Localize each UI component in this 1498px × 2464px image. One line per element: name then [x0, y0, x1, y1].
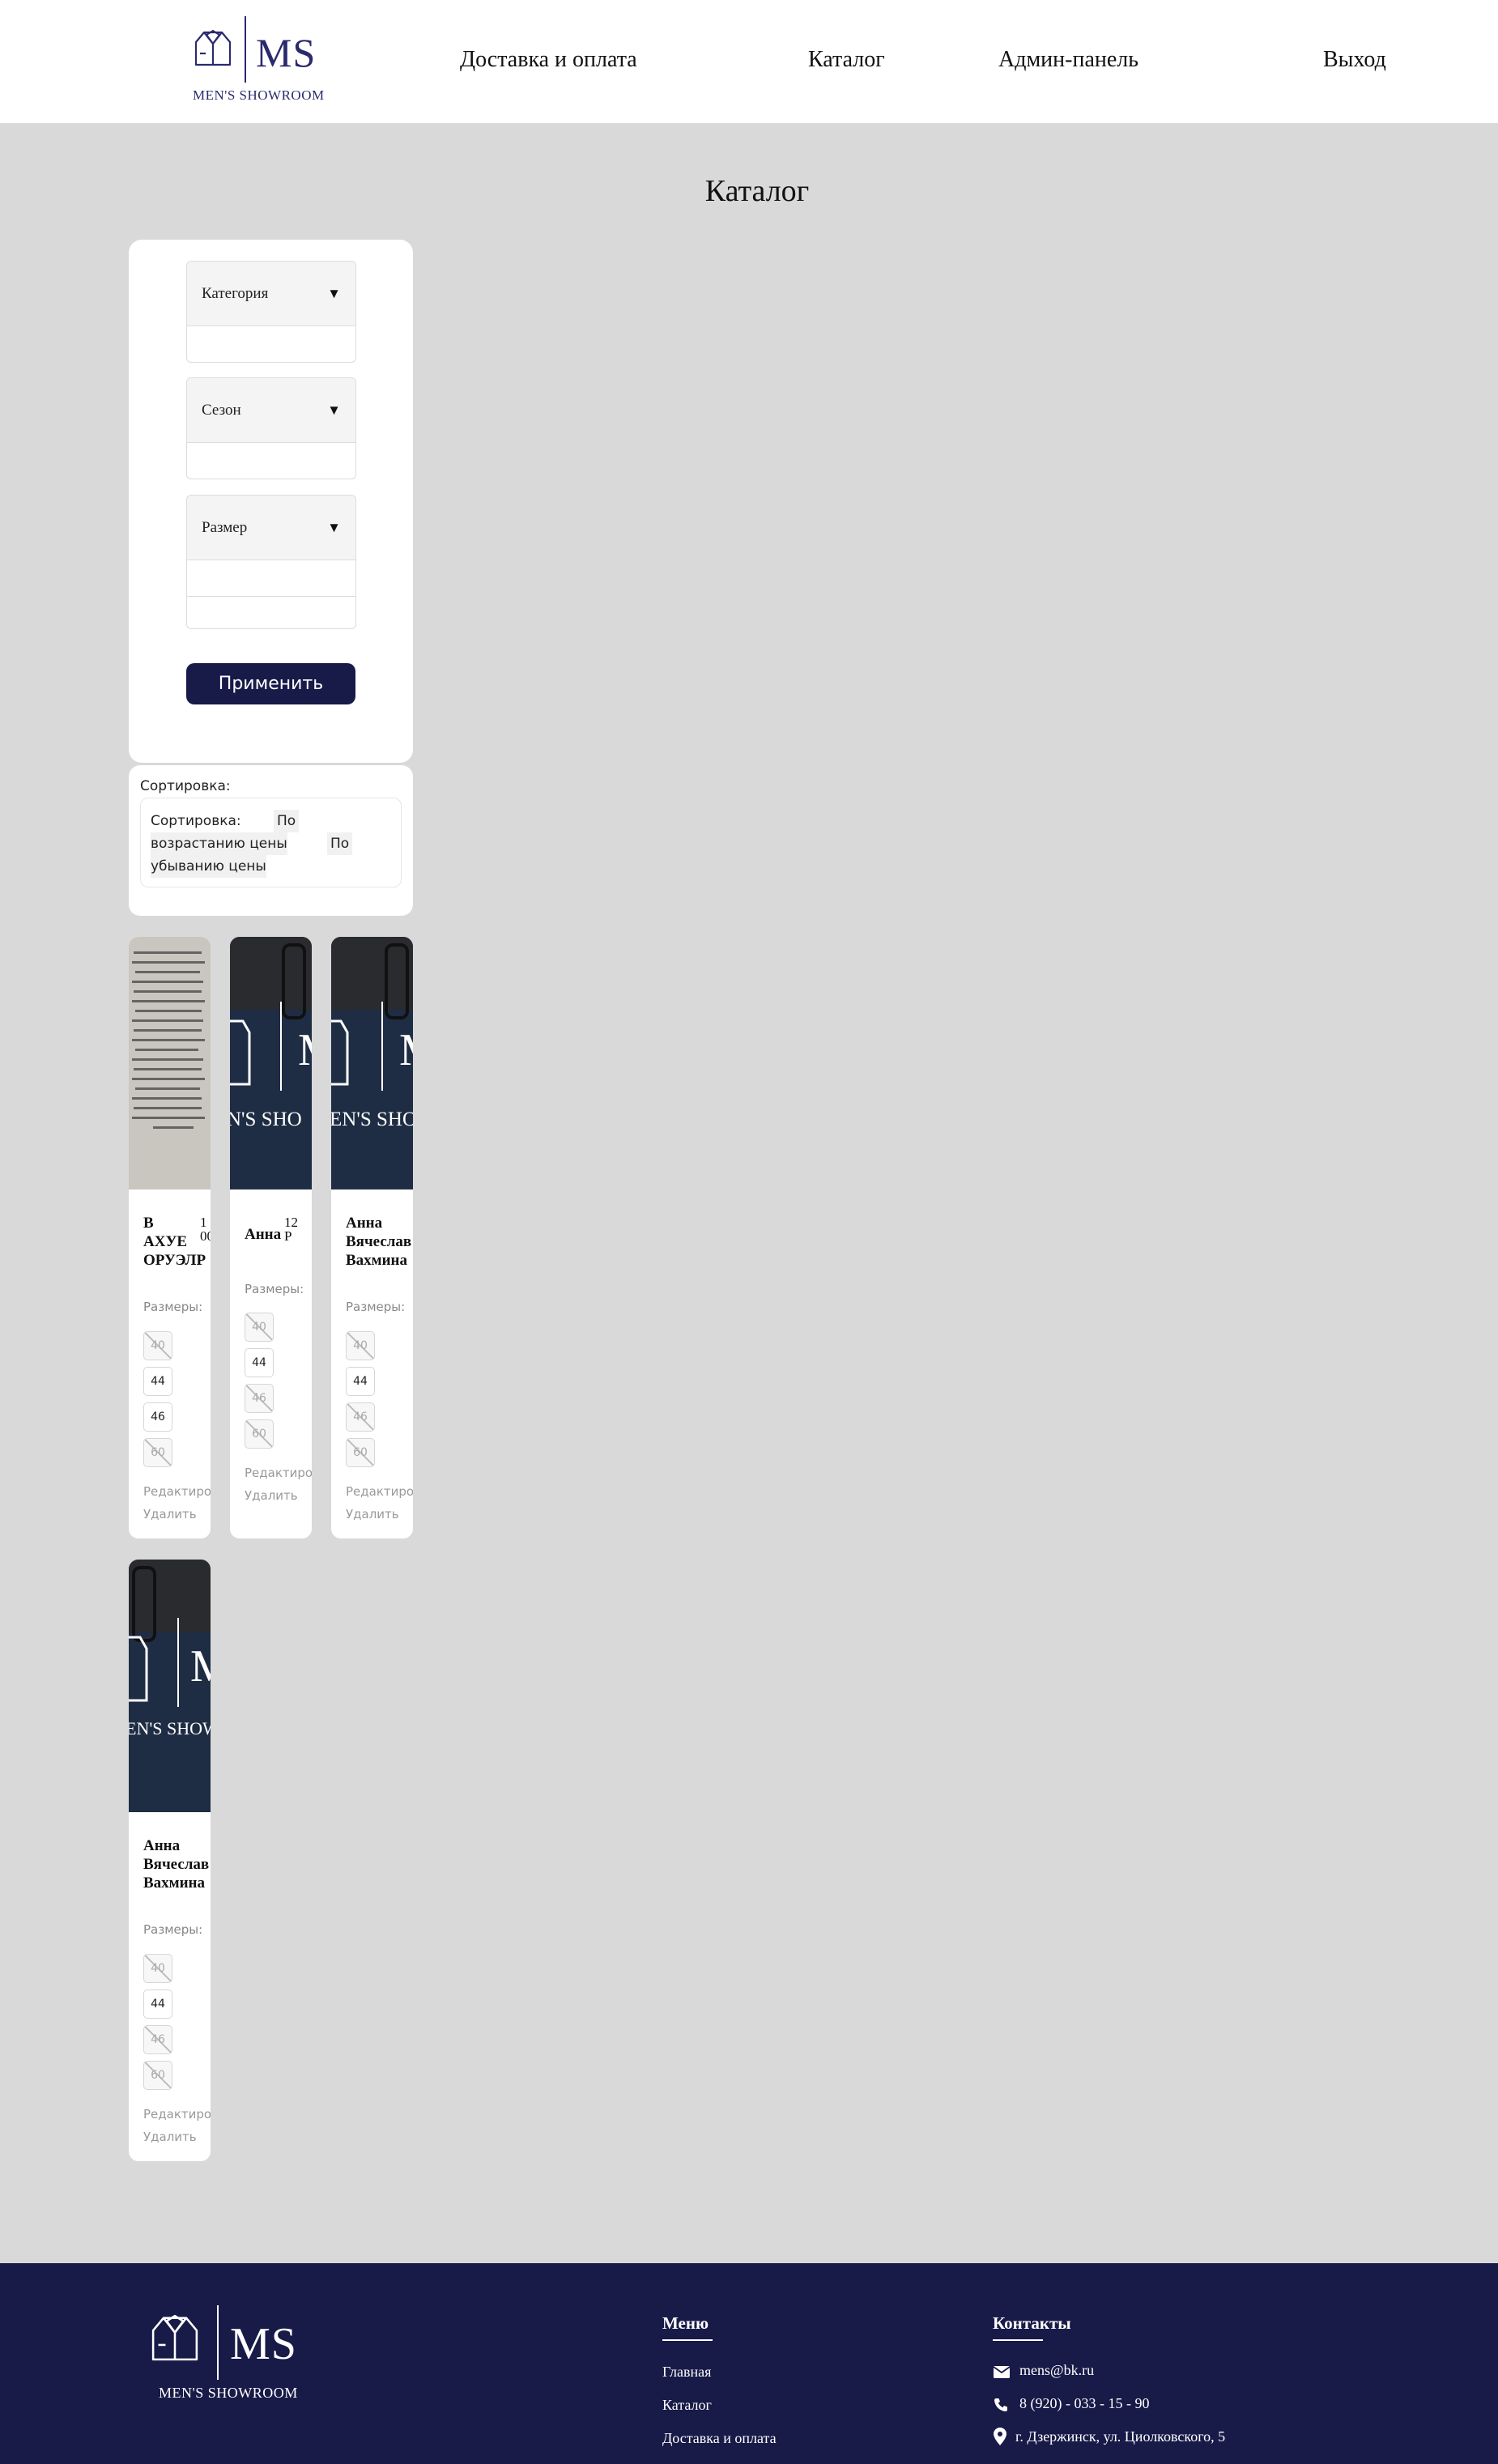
edit-link[interactable]: Редактиро — [346, 1484, 413, 1499]
delete-link[interactable]: Удалить — [143, 1507, 197, 1521]
footer-menu-title: Меню — [662, 2313, 713, 2341]
season-select[interactable]: Сезон ▼ — [187, 378, 355, 443]
size-chip[interactable]: 40 — [143, 1954, 172, 1983]
product-price: 1 00 — [200, 1215, 211, 1244]
contact-email[interactable]: mens@bk.ru — [1019, 2362, 1094, 2379]
product-name: Анна — [245, 1226, 282, 1243]
logo-subtitle: MEN'S SHOWROOM — [193, 87, 325, 103]
category-filter[interactable]: Категория ▼ — [186, 261, 356, 363]
size-chip[interactable]: 40 — [346, 1331, 375, 1360]
header-logo[interactable]: MS MEN'S SHOWROOM — [191, 15, 329, 104]
product-price: 12 Р — [284, 1215, 298, 1244]
nav-logout[interactable]: Выход — [1323, 47, 1386, 73]
phone-icon — [994, 2398, 1007, 2411]
product-name: Анна Вячеслав Вахмина — [143, 1837, 210, 1892]
season-options[interactable] — [187, 443, 355, 479]
category-options[interactable] — [187, 326, 355, 362]
product-image — [129, 937, 211, 1189]
product-card[interactable]: M EN'S SHO Анна Вячеслав Вахмина Размеры… — [331, 937, 413, 1538]
sort-desc-option-cont[interactable]: убыванию цены — [151, 855, 266, 878]
sizes-label: Размеры: — [143, 1922, 203, 1937]
logo-mark: MS — [230, 2319, 297, 2369]
sort-title: Сортировка: — [140, 778, 231, 794]
chevron-down-icon: ▼ — [327, 519, 341, 535]
site-header: MS MEN'S SHOWROOM Доставка и оплата Ката… — [0, 0, 1498, 123]
delete-link[interactable]: Удалить — [143, 2130, 197, 2144]
image-brand-text: EN'S SHO — [331, 1109, 413, 1130]
contact-phone[interactable]: 8 (920) - 033 - 15 - 90 — [1019, 2395, 1149, 2412]
product-name: В АХУЕ ОРУЭЛР — [143, 1215, 206, 1269]
size-chip[interactable]: 60 — [143, 2061, 172, 2090]
image-brand-text: N'S SHO — [230, 1109, 302, 1130]
size-chip[interactable]: 46 — [143, 1402, 172, 1432]
sort-desc-option[interactable]: По — [327, 832, 353, 855]
sizes-label: Размеры: — [143, 1300, 203, 1314]
product-card[interactable]: В АХУЕ ОРУЭЛР 1 00 Размеры: 40 44 46 60 … — [129, 937, 211, 1538]
envelope-icon — [994, 2366, 1010, 2378]
suit-icon — [194, 29, 232, 66]
contact-address: г. Дзержинск, ул. Циолковского, 5 — [1015, 2428, 1226, 2445]
size-chip[interactable]: 44 — [143, 1367, 172, 1396]
chevron-down-icon: ▼ — [327, 402, 341, 418]
chevron-down-icon: ▼ — [327, 285, 341, 301]
location-pin-icon — [994, 2428, 1006, 2445]
size-chip[interactable]: 46 — [143, 2025, 172, 2054]
size-chip[interactable]: 44 — [143, 1989, 172, 2019]
nav-catalog[interactable]: Каталог — [808, 47, 885, 73]
sort-panel: Сортировка: Сортировка: По возрастанию ц… — [129, 765, 413, 916]
image-brand-text: EN'S SHOW — [129, 1718, 211, 1738]
site-footer: MS MEN'S SHOWROOM Меню Главная Каталог Д… — [0, 2263, 1498, 2464]
category-select[interactable]: Категория ▼ — [187, 262, 355, 326]
size-chip[interactable]: 44 — [346, 1367, 375, 1396]
size-chip[interactable]: 46 — [346, 1402, 375, 1432]
size-options[interactable] — [187, 560, 355, 628]
nav-admin-panel[interactable]: Админ-панель — [998, 47, 1138, 73]
size-chip[interactable]: 44 — [245, 1348, 274, 1377]
product-card[interactable]: M N'S SHO Анна 12 Р Размеры: 40 44 46 60… — [230, 937, 312, 1538]
size-select[interactable]: Размер ▼ — [187, 496, 355, 560]
footer-logo[interactable]: MS MEN'S SHOWROOM — [149, 2263, 319, 2409]
delete-link[interactable]: Удалить — [245, 1488, 298, 1503]
category-label: Категория — [202, 284, 269, 302]
logo-divider — [217, 2305, 219, 2380]
apply-button[interactable]: Применить — [186, 663, 355, 704]
page-title: Каталог — [704, 174, 810, 208]
size-chip[interactable]: 46 — [245, 1384, 274, 1413]
logo-mark: MS — [256, 30, 317, 75]
delete-link[interactable]: Удалить — [346, 1507, 399, 1521]
edit-link[interactable]: Редактиро — [245, 1466, 312, 1480]
filter-panel: Категория ▼ Сезон ▼ Размер ▼ Применить — [129, 240, 413, 763]
size-filter[interactable]: Размер ▼ — [186, 495, 356, 629]
size-chip[interactable]: 60 — [245, 1419, 274, 1449]
footer-link-catalog[interactable]: Каталог — [662, 2397, 712, 2414]
sizes-label: Размеры: — [245, 1282, 304, 1296]
logo-divider — [245, 16, 246, 83]
size-chip[interactable]: 60 — [143, 1438, 172, 1467]
sort-asc-option-cont[interactable]: возрастанию цены — [151, 832, 287, 855]
size-chip[interactable]: 60 — [346, 1438, 375, 1467]
suit-icon — [151, 2314, 198, 2361]
size-label: Размер — [202, 518, 248, 536]
footer-link-delivery[interactable]: Доставка и оплата — [662, 2430, 777, 2447]
product-image: M EN'S SHO — [331, 937, 413, 1189]
size-chip[interactable]: 40 — [143, 1331, 172, 1360]
footer-contacts-title: Контакты — [993, 2313, 1071, 2341]
product-card[interactable]: M EN'S SHOW Анна Вячеслав Вахмина Размер… — [129, 1560, 211, 2161]
season-filter[interactable]: Сезон ▼ — [186, 377, 356, 479]
product-image: M EN'S SHOW — [129, 1560, 211, 1812]
edit-link[interactable]: Редактиро — [143, 2107, 211, 2121]
footer-link-home[interactable]: Главная — [662, 2364, 711, 2381]
sort-box: Сортировка: По возрастанию цены По убыва… — [140, 798, 402, 887]
product-name: Анна Вячеслав Вахмина — [346, 1215, 412, 1269]
sort-asc-option[interactable]: По — [274, 810, 300, 832]
nav-delivery[interactable]: Доставка и оплата — [460, 47, 637, 73]
sort-label: Сортировка: — [151, 813, 241, 829]
product-image: M N'S SHO — [230, 937, 312, 1189]
logo-subtitle: MEN'S SHOWROOM — [159, 2385, 298, 2401]
edit-link[interactable]: Редактиро — [143, 1484, 211, 1499]
season-label: Сезон — [202, 401, 241, 419]
size-chip[interactable]: 40 — [245, 1313, 274, 1342]
sizes-label: Размеры: — [346, 1300, 406, 1314]
